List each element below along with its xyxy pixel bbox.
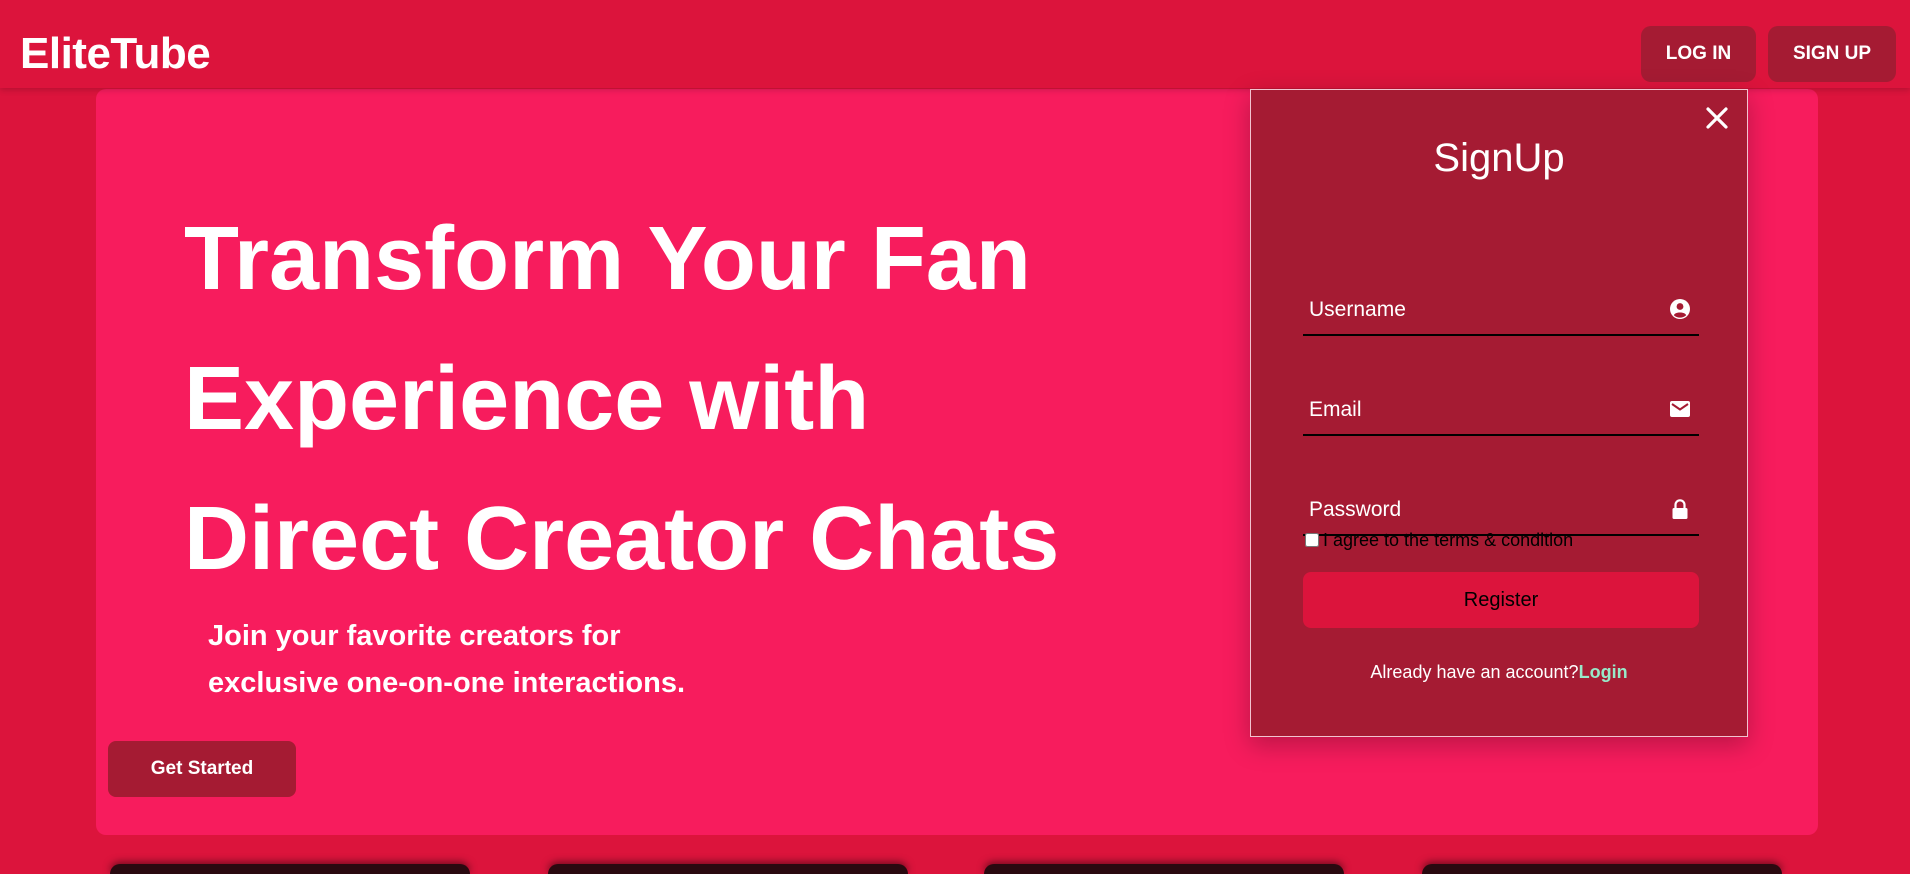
hero-subtitle-line: Join your favorite creators for (208, 620, 621, 652)
login-link[interactable]: Login (1579, 662, 1628, 682)
username-input[interactable] (1303, 286, 1651, 334)
password-input[interactable] (1303, 486, 1651, 534)
get-started-button[interactable]: Get Started (108, 741, 296, 797)
terms-label[interactable]: I agree to the terms & condition (1323, 530, 1573, 551)
hero-title-line: Transform Your Fan (184, 209, 1031, 309)
email-field-wrapper (1303, 386, 1699, 436)
login-prompt-text: Already have an account? (1370, 662, 1579, 682)
hero-subtitle-line: exclusive one-on-one interactions. (208, 667, 685, 699)
username-field-wrapper (1303, 286, 1699, 336)
brand-logo[interactable]: EliteTube (20, 28, 211, 80)
hero-title-line: Direct Creator Chats (184, 489, 1060, 589)
terms-row: I agree to the terms & condition (1303, 528, 1573, 552)
hero-title: Transform Your Fan Experience with Direc… (184, 189, 1184, 609)
card-edge (1422, 864, 1782, 874)
hero-subtitle: Join your favorite creators for exclusiv… (208, 613, 828, 707)
hero-title-line: Experience with (184, 349, 870, 449)
card-edge (548, 864, 908, 874)
email-input[interactable] (1303, 386, 1651, 434)
card-edge (110, 864, 470, 874)
register-button[interactable]: Register (1303, 572, 1699, 628)
signup-button[interactable]: SIGN UP (1768, 26, 1896, 82)
card-edge (984, 864, 1344, 874)
lock-icon (1669, 498, 1691, 520)
navbar: EliteTube LOG IN SIGN UP (0, 0, 1910, 88)
modal-title: SignUp (1433, 136, 1565, 180)
login-prompt: Already have an account?Login (1251, 662, 1747, 683)
terms-checkbox[interactable] (1305, 533, 1319, 547)
envelope-icon (1669, 398, 1691, 420)
signup-modal: SignUp I agree t (1250, 89, 1748, 737)
user-circle-icon (1669, 298, 1691, 320)
close-icon[interactable] (1701, 102, 1733, 134)
login-button[interactable]: LOG IN (1641, 26, 1756, 82)
